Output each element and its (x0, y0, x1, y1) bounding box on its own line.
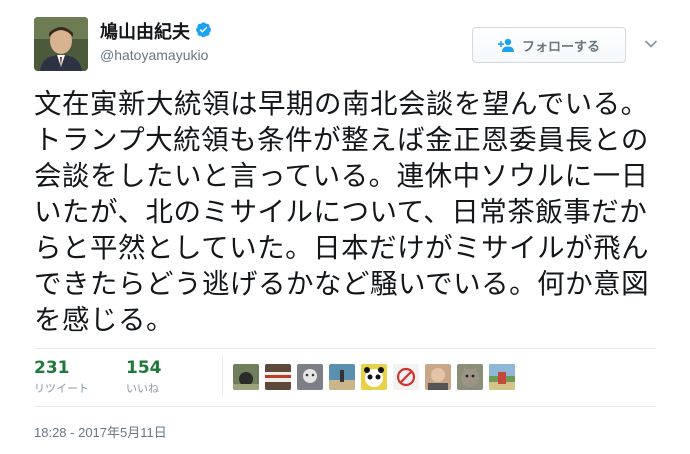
liker-avatar-2[interactable] (265, 364, 291, 390)
stat-divider (222, 356, 223, 396)
follow-button-label: フォローする (521, 39, 600, 55)
liker-avatar-7[interactable] (425, 364, 451, 390)
like-label: いいね (126, 382, 159, 395)
tweet-timestamp[interactable]: 18:28 - 2017年5月11日 (34, 422, 167, 441)
author-name[interactable]: 鳩山由紀夫 (100, 18, 190, 44)
liker-avatar-4[interactable] (329, 364, 355, 390)
add-user-icon (497, 38, 514, 52)
author-handle[interactable]: @hatoyamayukio (100, 47, 208, 63)
author-avatar[interactable] (34, 17, 88, 71)
liker-avatar-8[interactable] (457, 364, 483, 390)
retweet-stat[interactable]: 231 リツイート (34, 358, 89, 396)
divider-top (34, 348, 656, 349)
like-count: 154 (126, 358, 162, 378)
retweet-label: リツイート (34, 382, 89, 395)
verified-badge-icon (196, 22, 211, 38)
follow-button[interactable]: フォローする (472, 27, 626, 63)
liker-avatar-5[interactable] (361, 364, 387, 390)
tweet-text: 文在寅新大統領は早期の南北会談を望んでいる。トランプ大統領も条件が整えば金正恩委… (34, 88, 650, 336)
liker-avatar-6[interactable] (393, 364, 419, 390)
like-stat[interactable]: 154 いいね (126, 358, 162, 396)
liker-avatar-3[interactable] (297, 364, 323, 390)
liker-avatar-1[interactable] (233, 364, 259, 390)
chevron-down-icon[interactable] (644, 39, 658, 49)
retweet-count: 231 (34, 358, 70, 378)
liker-avatar-list (233, 364, 515, 390)
divider-bottom (34, 406, 656, 407)
liker-avatar-9[interactable] (489, 364, 515, 390)
